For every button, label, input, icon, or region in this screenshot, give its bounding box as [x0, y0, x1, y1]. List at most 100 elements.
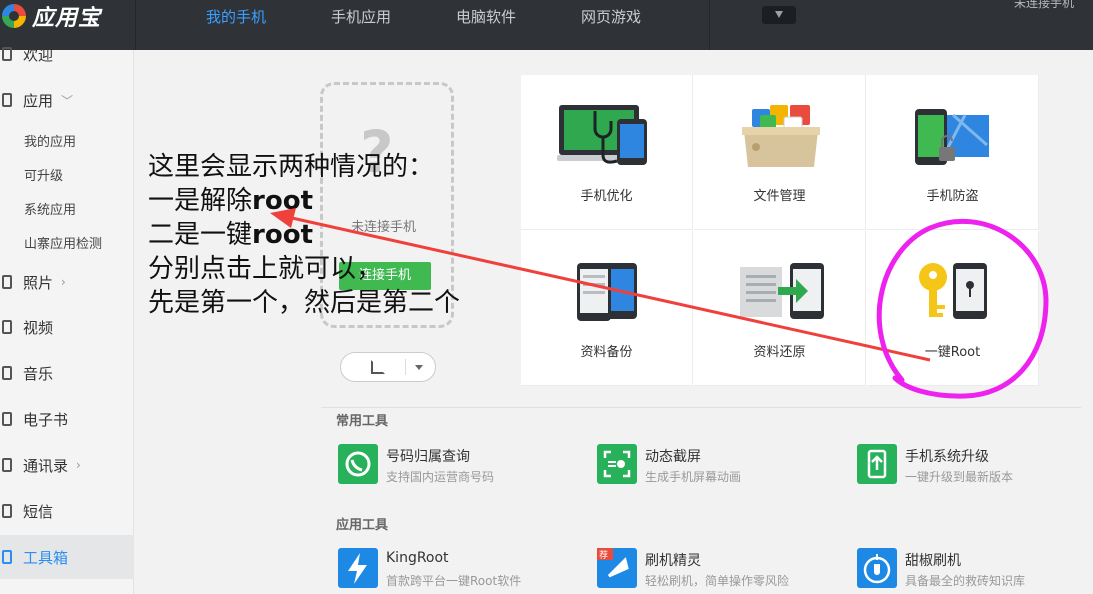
- apps-icon: [2, 93, 12, 107]
- sidebar-item-toolbox[interactable]: 工具箱: [0, 535, 134, 579]
- photo-icon: [2, 275, 12, 289]
- tool-anti-theft[interactable]: 手机防盗: [867, 75, 1039, 230]
- tool-label: 一键Root: [924, 345, 981, 360]
- annotation-line: 分别点击上就可以，: [148, 254, 383, 284]
- system-upgrade-icon: [857, 444, 897, 484]
- sidebar-item-label: 照片: [23, 273, 54, 292]
- tool-name: 甜椒刷机: [905, 553, 961, 569]
- restore-icon: [740, 263, 824, 319]
- sidebar-item-ebooks[interactable]: 电子书: [0, 397, 134, 441]
- phone-optimize-icon: [557, 105, 647, 165]
- sidebar-subitem-fake-app-check[interactable]: 山寨应用检测: [24, 233, 102, 252]
- tool-grid: 手机优化 文件管理 手机防盗 资料备份 资料还原 一键Root: [521, 75, 1039, 386]
- logo-icon: [2, 4, 26, 28]
- app-window: 应用宝 我的手机 手机应用 电脑软件 网页游戏 未连接手机 欢迎 应用 ﹀ 我的…: [0, 0, 1093, 594]
- contacts-icon: [2, 458, 12, 472]
- screenshot-button[interactable]: [340, 352, 436, 382]
- nav-tab-web-games[interactable]: 网页游戏: [581, 6, 641, 27]
- sidebar-item-welcome[interactable]: 欢迎: [0, 32, 134, 76]
- ebook-icon: [2, 412, 12, 426]
- dropdown-arrow-icon[interactable]: [415, 365, 423, 370]
- tool-file-manager[interactable]: 文件管理: [694, 75, 866, 230]
- tool-label: 手机防盗: [926, 189, 979, 204]
- tool-label: 文件管理: [753, 189, 806, 204]
- sidebar-item-label: 工具箱: [23, 548, 69, 567]
- tool-kingroot[interactable]: KingRoot 首款跨平台一键Root软件: [338, 548, 568, 590]
- tool-sweet-pepper[interactable]: 甜椒刷机 具备最全的救砖知识库: [857, 548, 1087, 590]
- anti-theft-icon: [915, 109, 989, 165]
- tool-desc: 具备最全的救砖知识库: [905, 574, 1026, 588]
- tool-name: 号码归属查询: [386, 449, 470, 465]
- tool-label: 手机优化: [580, 189, 633, 204]
- tool-phone-number-lookup[interactable]: 号码归属查询 支持国内运营商号码: [338, 444, 568, 486]
- sidebar-item-videos[interactable]: 视频: [0, 305, 134, 349]
- sidebar-item-apps[interactable]: 应用 ﹀: [0, 78, 134, 122]
- annotation-line: 二是一键root: [148, 220, 313, 250]
- top-bar: 应用宝 我的手机 手机应用 电脑软件 网页游戏 未连接手机: [0, 0, 1093, 50]
- annotation-line: 先是第一个，然后是第二个: [148, 288, 461, 318]
- tool-dynamic-screenshot[interactable]: 动态截屏 生成手机屏幕动画: [597, 444, 827, 486]
- chevron-right-icon: ›: [61, 275, 66, 289]
- nav-tab-phone-apps[interactable]: 手机应用: [331, 6, 391, 27]
- sms-icon: [2, 504, 12, 518]
- crop-icon: [371, 360, 385, 374]
- tool-label: 资料还原: [753, 345, 806, 360]
- phone-lookup-icon: [338, 444, 378, 484]
- root-key-icon: [919, 263, 987, 319]
- video-icon: [2, 320, 12, 334]
- tool-desc: 首款跨平台一键Root软件: [386, 574, 522, 588]
- sidebar-item-label: 应用: [23, 91, 54, 110]
- sidebar-item-sms[interactable]: 短信: [0, 489, 134, 533]
- annotation-note: 这里会显示两种情况的： 一是解除root 二是一键root 分别点击上就可以， …: [148, 150, 460, 320]
- sidebar-item-label: 短信: [23, 502, 54, 521]
- nav-tab-pc-software[interactable]: 电脑软件: [456, 6, 516, 27]
- top-navigation: 我的手机 手机应用 电脑软件 网页游戏: [135, 0, 710, 50]
- tool-desc: 轻松刷机，简单操作零风险: [645, 574, 790, 588]
- chevron-right-icon: ›: [76, 458, 81, 472]
- tool-label: 资料备份: [580, 345, 633, 360]
- tool-name: 动态截屏: [645, 449, 701, 465]
- chevron-down-icon: ﹀: [61, 93, 74, 108]
- sidebar-subitem-system-apps[interactable]: 系统应用: [24, 199, 76, 218]
- recommend-badge: 荐: [599, 550, 608, 561]
- tool-system-upgrade[interactable]: 手机系统升级 一键升级到最新版本: [857, 444, 1087, 486]
- sidebar-item-music[interactable]: 音乐: [0, 351, 134, 395]
- tool-name: 手机系统升级: [905, 449, 989, 465]
- connection-status-text[interactable]: 未连接手机: [1014, 0, 1074, 11]
- tool-phone-optimize[interactable]: 手机优化: [521, 75, 693, 230]
- backup-icon: [577, 263, 637, 321]
- sidebar-item-label: 音乐: [23, 364, 54, 383]
- sidebar-subitem-upgradable[interactable]: 可升级: [24, 165, 63, 184]
- common-tools-title: 常用工具: [336, 414, 389, 429]
- sidebar-item-label: 通讯录: [23, 456, 69, 475]
- button-separator: [405, 359, 406, 375]
- sidebar: 欢迎 应用 ﹀ 我的应用 可升级 系统应用 山寨应用检测 照片 › 视频 音乐 …: [0, 46, 134, 594]
- sidebar-item-label: 欢迎: [23, 45, 54, 64]
- sweet-pepper-icon: [857, 548, 897, 588]
- flash-wizard-icon: 荐: [597, 548, 637, 588]
- tool-desc: 生成手机屏幕动画: [645, 470, 742, 484]
- tool-desc: 支持国内运营商号码: [386, 470, 495, 484]
- sidebar-item-contacts[interactable]: 通讯录 ›: [0, 443, 134, 487]
- annotation-line: 这里会显示两种情况的：: [148, 152, 435, 182]
- app-logo[interactable]: 应用宝: [0, 0, 101, 32]
- sidebar-item-photos[interactable]: 照片 ›: [0, 260, 134, 304]
- sidebar-subitem-my-apps[interactable]: 我的应用: [24, 131, 76, 150]
- tool-backup[interactable]: 资料备份: [521, 231, 693, 386]
- tool-restore[interactable]: 资料还原: [694, 231, 866, 386]
- music-icon: [2, 366, 12, 380]
- download-manager-button[interactable]: [762, 6, 796, 24]
- tool-name: 刷机精灵: [645, 553, 701, 569]
- section-divider: [321, 407, 1081, 408]
- tool-one-click-root[interactable]: 一键Root: [867, 231, 1039, 386]
- kingroot-icon: [338, 548, 378, 588]
- sidebar-item-label: 视频: [23, 318, 54, 337]
- tool-flash-wizard[interactable]: 荐 刷机精灵 轻松刷机，简单操作零风险: [597, 548, 827, 590]
- tool-desc: 一键升级到最新版本: [905, 470, 1014, 484]
- sidebar-item-label: 电子书: [23, 410, 69, 429]
- toolbox-icon: [2, 550, 12, 564]
- home-icon: [2, 47, 12, 61]
- file-manager-icon: [742, 105, 820, 167]
- nav-tab-my-phone[interactable]: 我的手机: [206, 6, 266, 27]
- screen-capture-icon: [597, 444, 637, 484]
